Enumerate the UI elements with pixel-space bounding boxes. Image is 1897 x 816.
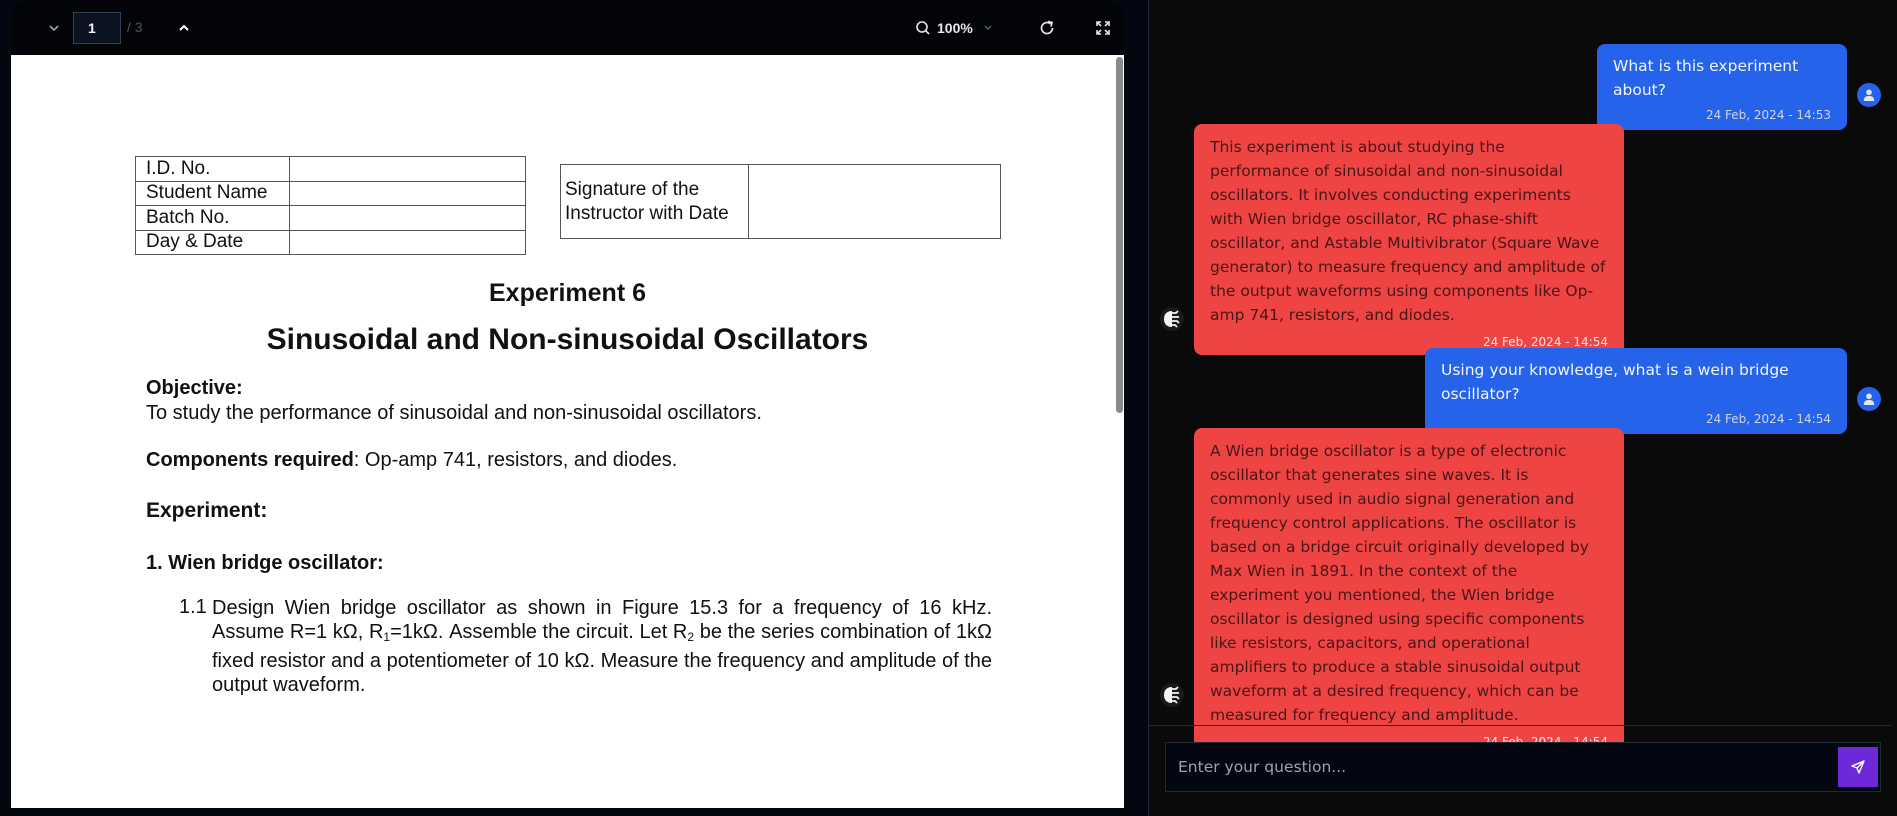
- zoom-level-label: 100%: [937, 20, 973, 36]
- pdf-toolbar: 1 / 3 100%: [11, 0, 1124, 55]
- signature-label-line1: Signature of the: [565, 178, 700, 200]
- objective-heading: Objective:: [146, 377, 243, 399]
- send-icon: [1851, 760, 1865, 774]
- user-message: Using your knowledge, what is a wein bri…: [1425, 348, 1847, 434]
- search-icon: [916, 21, 930, 35]
- table-label: I.D. No.: [135, 156, 290, 182]
- fullscreen-icon: [1096, 21, 1110, 35]
- send-button[interactable]: [1838, 747, 1878, 787]
- pdf-page: I.D. No. Student Name Batch No. Day & Da…: [11, 55, 1124, 808]
- table-label: Day & Date: [135, 229, 290, 255]
- message-timestamp: 24 Feb, 2024 - 14:54: [1705, 412, 1831, 426]
- components-line: Components required: Op-amp 741, resisto…: [146, 449, 677, 472]
- section-heading: 1. Wien bridge oscillator:: [146, 552, 384, 574]
- item-text-part: =1kΩ. Assemble the circuit. Let R: [390, 621, 688, 643]
- item-text: Design Wien bridge oscillator as shown i…: [212, 596, 992, 697]
- table-label: Batch No.: [135, 205, 290, 231]
- message-text: Using your knowledge, what is a wein bri…: [1441, 361, 1789, 403]
- total-pages-label: / 3: [127, 19, 143, 35]
- experiment-title: Sinusoidal and Non-sinusoidal Oscillator…: [266, 323, 869, 356]
- user-icon: [1863, 89, 1875, 101]
- input-separator: [1149, 725, 1892, 726]
- zoom-dropdown[interactable]: 100%: [915, 14, 993, 42]
- experiment-heading: Experiment:: [146, 499, 268, 522]
- previous-page-button[interactable]: [39, 14, 69, 42]
- user-icon: [1863, 393, 1875, 405]
- signature-label-line2: Instructor with Date: [565, 202, 729, 224]
- table-value: [289, 156, 526, 182]
- message-timestamp: 24 Feb, 2024 - 14:54: [1482, 335, 1608, 349]
- table-row: Student Name: [135, 180, 526, 206]
- pdf-viewer-panel: 1 / 3 100% I.D. No. Student Name Batch N…: [0, 0, 1148, 816]
- question-input[interactable]: [1166, 743, 1816, 791]
- chevron-down-icon: [984, 25, 992, 30]
- pdf-scrollbar[interactable]: [1116, 57, 1123, 413]
- experiment-number: Experiment 6: [488, 279, 646, 307]
- table-row: Batch No.: [135, 205, 526, 231]
- components-text: : Op-amp 741, resistors, and diodes.: [353, 449, 678, 471]
- fullscreen-button[interactable]: [1089, 14, 1117, 42]
- user-message: What is this experiment about? 24 Feb, 2…: [1597, 44, 1847, 130]
- table-value: [289, 180, 526, 206]
- chevron-down-icon: [49, 25, 59, 32]
- user-avatar: [1857, 387, 1881, 411]
- table-value: [289, 229, 526, 255]
- bot-message: A Wien bridge oscillator is a type of el…: [1194, 428, 1624, 755]
- table-row: I.D. No.: [135, 156, 526, 182]
- brain-icon: [1164, 686, 1180, 704]
- item-number: 1.1: [179, 596, 207, 618]
- signature-value: [748, 164, 1001, 239]
- objective-text: To study the performance of sinusoidal a…: [146, 402, 762, 424]
- signature-label: Signature of the Instructor with Date: [560, 164, 749, 239]
- chat-panel: What is this experiment about? 24 Feb, 2…: [1149, 0, 1897, 816]
- student-info-table: I.D. No. Student Name Batch No. Day & Da…: [135, 156, 526, 255]
- table-value: [289, 205, 526, 231]
- message-timestamp: 24 Feb, 2024 - 14:53: [1705, 108, 1831, 122]
- question-input-container: [1165, 742, 1881, 792]
- message-text: A Wien bridge oscillator is a type of el…: [1210, 442, 1589, 724]
- rotate-icon: [1040, 20, 1054, 35]
- message-text: What is this experiment about?: [1613, 57, 1799, 99]
- rotate-button[interactable]: [1033, 14, 1061, 42]
- next-page-button[interactable]: [169, 14, 199, 42]
- table-row: Day & Date: [135, 229, 526, 255]
- table-label: Student Name: [135, 180, 290, 206]
- bot-avatar: [1160, 307, 1184, 331]
- components-label: Components required: [146, 449, 354, 471]
- message-text: This experiment is about studying the pe…: [1210, 138, 1606, 324]
- signature-table: Signature of the Instructor with Date: [560, 164, 1001, 239]
- bot-avatar: [1160, 683, 1184, 707]
- table-row: Signature of the Instructor with Date: [560, 164, 1001, 239]
- page-number-input[interactable]: 1: [73, 12, 121, 44]
- brain-icon: [1164, 310, 1180, 328]
- chevron-up-icon: [179, 24, 189, 31]
- user-avatar: [1857, 83, 1881, 107]
- bot-message: This experiment is about studying the pe…: [1194, 124, 1624, 355]
